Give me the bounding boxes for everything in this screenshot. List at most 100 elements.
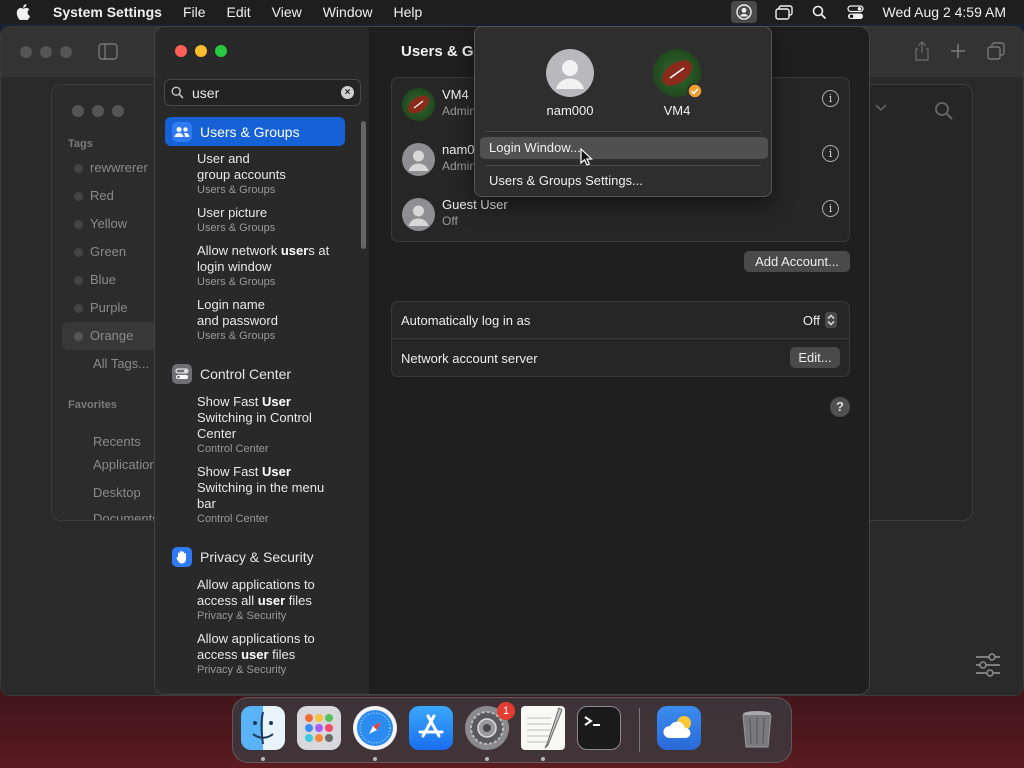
info-icon[interactable]: i xyxy=(822,145,839,162)
info-icon[interactable]: i xyxy=(822,200,839,217)
weather-icon[interactable] xyxy=(657,706,701,750)
search-result-item[interactable]: User and group accounts Users & Groups xyxy=(197,151,347,197)
menu-file[interactable]: File xyxy=(183,4,206,20)
users-groups-settings-item[interactable]: Users & Groups Settings... xyxy=(480,170,768,192)
user-switcher-menu: nam000 VM4 Login Window... Users & Group… xyxy=(474,26,772,197)
tab-overview-icon xyxy=(987,42,1005,60)
auto-login-popup[interactable]: Off xyxy=(803,312,837,328)
search-field[interactable]: user × xyxy=(164,79,361,106)
help-button[interactable]: ? xyxy=(830,397,850,417)
finder-close-light xyxy=(72,105,84,117)
result-subtitle: Privacy & Security xyxy=(197,664,287,676)
sidebar-scrollbar[interactable] xyxy=(361,121,366,249)
checkmark-badge-icon xyxy=(687,83,703,99)
search-result-item[interactable]: Allow applications to access user files … xyxy=(197,631,347,677)
menu-window[interactable]: Window xyxy=(323,4,373,20)
search-result-item[interactable]: Show Fast User Switching in Control Cent… xyxy=(197,394,347,456)
sidebar-item-users-groups[interactable]: Users & Groups xyxy=(165,117,345,146)
sidebar-item-control-center[interactable]: Control Center xyxy=(165,359,345,388)
terminal-icon[interactable] xyxy=(577,706,621,750)
mouse-cursor-icon xyxy=(580,148,593,166)
users-groups-icon xyxy=(172,121,192,142)
finder-icon[interactable] xyxy=(241,706,285,750)
finder-favorite: Recents xyxy=(93,434,141,449)
login-options: Automatically log in as Off Network acco… xyxy=(391,301,850,377)
finder-favorite: Desktop xyxy=(93,485,141,500)
result-subtitle: Control Center xyxy=(197,513,269,525)
inactive-close-light xyxy=(20,46,32,58)
screen-mirroring-icon[interactable] xyxy=(774,3,793,21)
menu-bar-clock[interactable]: Wed Aug 2 4:59 AM xyxy=(883,4,1007,20)
guest-avatar-icon xyxy=(402,198,435,231)
menu-bar: System Settings File Edit View Window He… xyxy=(0,0,1024,24)
search-result-item[interactable]: Allow network users at login window User… xyxy=(197,243,347,289)
result-subtitle: Users & Groups xyxy=(197,276,276,288)
hand-raised-icon xyxy=(172,546,192,567)
apple-menu-icon[interactable] xyxy=(16,4,36,20)
dropdown-user[interactable]: VM4 xyxy=(637,49,717,118)
textedit-icon[interactable] xyxy=(521,706,565,750)
updown-chevron-icon xyxy=(825,312,837,328)
safari-icon[interactable] xyxy=(353,706,397,750)
menu-app-name[interactable]: System Settings xyxy=(53,4,162,20)
search-result-item[interactable]: Allow applications to access all user fi… xyxy=(197,577,347,623)
user-name: nam0 xyxy=(442,142,475,157)
sidebar-item-label: Privacy & Security xyxy=(200,548,314,565)
search-result-item[interactable]: User picture Users & Groups xyxy=(197,205,347,235)
finder-tag: Purple xyxy=(74,300,128,315)
edit-button[interactable]: Edit... xyxy=(790,347,840,368)
finder-favorite: Documents xyxy=(93,511,159,521)
dock-separator xyxy=(639,708,640,752)
new-tab-icon xyxy=(951,44,965,58)
search-result-item[interactable]: Show Fast User Switching in the menu bar… xyxy=(197,464,347,526)
user-switcher-icon[interactable] xyxy=(730,1,757,23)
menu-view[interactable]: View xyxy=(272,4,302,20)
menu-separator xyxy=(485,165,761,166)
dropdown-user[interactable]: nam000 xyxy=(530,49,610,118)
sidebar-item-label: Control Center xyxy=(200,365,292,382)
finder-favorites-header: Favorites xyxy=(68,399,117,411)
result-subtitle: Control Center xyxy=(197,443,269,455)
user-role: Admin xyxy=(442,104,477,118)
auto-login-value: Off xyxy=(802,312,820,328)
auto-login-row: Automatically log in as Off xyxy=(392,302,849,339)
menu-help[interactable]: Help xyxy=(394,4,423,20)
search-icon xyxy=(935,102,953,120)
running-indicator xyxy=(541,757,545,761)
chevron-down-icon xyxy=(875,104,887,112)
result-subtitle: Users & Groups xyxy=(197,330,276,342)
running-indicator xyxy=(485,757,489,761)
launchpad-icon[interactable] xyxy=(297,706,341,750)
user-name: Guest User xyxy=(442,197,508,212)
adjust-sliders-icon xyxy=(976,653,1000,677)
finder-tags-header: Tags xyxy=(68,138,93,150)
network-server-row: Network account server Edit... xyxy=(392,340,849,377)
trash-icon[interactable] xyxy=(735,706,779,750)
minimize-button[interactable] xyxy=(195,45,207,57)
finder-tag: Red xyxy=(74,188,114,203)
inactive-minimize-light xyxy=(40,46,52,58)
zoom-button[interactable] xyxy=(215,45,227,57)
spotlight-search-icon[interactable] xyxy=(811,3,829,21)
user-avatar-icon xyxy=(402,143,435,176)
finder-tag: Green xyxy=(74,244,126,259)
finder-minimize-light xyxy=(92,105,104,117)
add-account-button[interactable]: Add Account... xyxy=(744,251,850,272)
result-subtitle: Users & Groups xyxy=(197,184,276,196)
page-title: Users & Gr xyxy=(401,43,480,60)
notification-badge: 1 xyxy=(497,702,515,720)
clear-search-icon[interactable]: × xyxy=(341,86,354,99)
network-server-label: Network account server xyxy=(401,351,538,366)
info-icon[interactable]: i xyxy=(822,90,839,107)
menu-edit[interactable]: Edit xyxy=(227,4,251,20)
app-store-icon[interactable] xyxy=(409,706,453,750)
search-result-item[interactable]: Login name and password Users & Groups xyxy=(197,297,347,343)
control-center-icon[interactable] xyxy=(847,3,865,21)
result-subtitle: Users & Groups xyxy=(197,222,276,234)
football-avatar-icon xyxy=(653,49,703,99)
search-input[interactable]: user xyxy=(192,85,341,101)
sidebar-item-privacy-security[interactable]: Privacy & Security xyxy=(165,542,345,571)
close-button[interactable] xyxy=(175,45,187,57)
login-window-item[interactable]: Login Window... xyxy=(480,137,768,159)
finder-zoom-light xyxy=(112,105,124,117)
